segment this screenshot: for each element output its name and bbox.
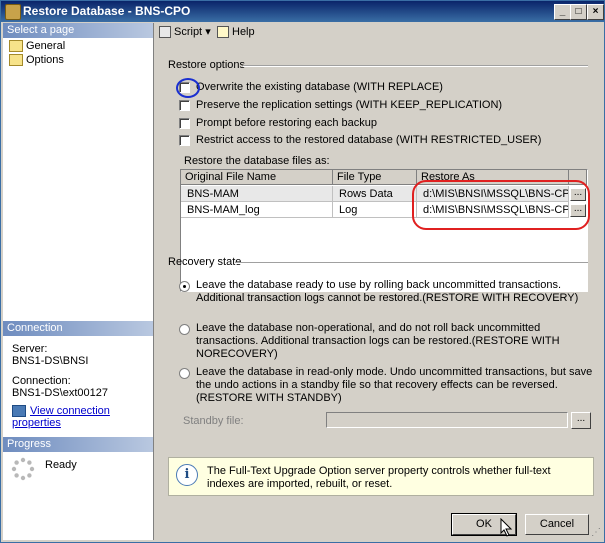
view-connection-link[interactable]: View connection properties	[12, 405, 110, 429]
connection-label: Connection:	[12, 375, 71, 387]
chevron-down-icon: ▾	[205, 26, 211, 38]
checkbox-keep-replication[interactable]: Preserve the replication settings (WITH …	[179, 99, 502, 112]
cancel-button[interactable]: Cancel	[525, 514, 589, 535]
help-button[interactable]: Help	[217, 25, 255, 39]
server-value: BNS1-DS\BNSI	[12, 355, 89, 367]
help-label: Help	[232, 26, 255, 38]
info-icon: i	[176, 464, 198, 486]
checkbox-box[interactable]	[179, 117, 190, 129]
cell-original-file-name: BNS-MAM_log	[181, 202, 333, 218]
restore-options-header: Restore options	[168, 59, 246, 71]
radio-label: Leave the database non-operational, and …	[196, 322, 560, 360]
server-label: Server:	[12, 343, 48, 355]
close-button[interactable]: ×	[587, 4, 604, 20]
radio-label: Leave the database ready to use by rolli…	[196, 279, 579, 304]
restore-database-window: Restore Database - BNS-CPO _ □ × Select …	[0, 0, 605, 543]
checkbox-box[interactable]	[179, 99, 190, 111]
script-icon	[159, 26, 171, 39]
page-item-general[interactable]: General	[9, 39, 65, 53]
connection-properties-icon	[12, 405, 26, 418]
checkbox-label: Prompt before restoring each backup	[196, 117, 377, 129]
annotation-highlight	[412, 180, 590, 230]
connection-header: Connection	[3, 321, 153, 336]
toolbar: Script ▾ Help	[155, 23, 602, 41]
database-icon	[5, 4, 21, 20]
annotation-circle	[176, 78, 200, 98]
cell-file-type[interactable]: Log	[333, 202, 417, 218]
checkbox-restricted-user[interactable]: Restrict access to the restored database…	[179, 134, 541, 147]
info-text: The Full-Text Upgrade Option server prop…	[207, 465, 551, 490]
restore-files-label: Restore the database files as:	[184, 155, 330, 167]
progress-spinner-icon	[11, 457, 35, 481]
checkbox-prompt-each-backup[interactable]: Prompt before restoring each backup	[179, 117, 377, 130]
maximize-button[interactable]: □	[570, 4, 587, 20]
mouse-cursor-icon	[500, 518, 513, 537]
cell-file-type[interactable]: Rows Data	[333, 186, 417, 202]
title-bar: Restore Database - BNS-CPO _ □ ×	[1, 1, 604, 22]
radio-label: Leave the database in read-only mode. Un…	[196, 366, 593, 404]
checkbox-with-replace[interactable]: Overwrite the existing database (WITH RE…	[179, 81, 443, 94]
checkbox-label: Restrict access to the restored database…	[196, 134, 542, 146]
script-button[interactable]: Script ▾	[159, 25, 211, 39]
page-icon	[9, 40, 23, 53]
page-item-label: Options	[26, 54, 64, 66]
recovery-state-header: Recovery state	[168, 256, 242, 268]
resize-grip-icon[interactable]: ⋰	[591, 528, 603, 540]
progress-header: Progress	[3, 437, 153, 452]
radio-button[interactable]	[179, 281, 190, 292]
help-icon	[217, 26, 229, 39]
radio-button[interactable]	[179, 324, 190, 335]
progress-status: Ready	[45, 459, 77, 471]
minimize-button[interactable]: _	[554, 4, 571, 20]
select-page-header: Select a page	[3, 23, 153, 38]
checkbox-label: Preserve the replication settings (WITH …	[196, 99, 503, 111]
script-label: Script	[174, 26, 203, 38]
checkbox-label: Overwrite the existing database (WITH RE…	[196, 81, 443, 93]
standby-file-input[interactable]	[326, 412, 568, 428]
standby-file-label: Standby file:	[183, 415, 244, 427]
divider	[235, 262, 588, 264]
column-header-original-file-name[interactable]: Original File Name	[181, 170, 333, 185]
divider	[243, 65, 588, 67]
window-title: Restore Database - BNS-CPO	[23, 4, 191, 18]
info-panel: i The Full-Text Upgrade Option server pr…	[168, 457, 594, 496]
view-connection-properties[interactable]: View connection properties	[12, 405, 153, 429]
radio-button[interactable]	[179, 368, 190, 379]
checkbox-box[interactable]	[179, 134, 190, 146]
page-item-label: General	[26, 40, 66, 52]
left-pane: Select a page General Options Connection…	[3, 23, 154, 540]
page-icon	[9, 54, 23, 67]
column-header-file-type[interactable]: File Type	[333, 170, 417, 185]
options-panel: Restore options Overwrite the existing d…	[155, 43, 602, 540]
cell-original-file-name: BNS-MAM	[181, 186, 333, 202]
connection-value: BNS1-DS\ext00127	[12, 387, 108, 399]
standby-browse-button[interactable]: ...	[571, 412, 591, 429]
page-item-options[interactable]: Options	[9, 53, 64, 67]
